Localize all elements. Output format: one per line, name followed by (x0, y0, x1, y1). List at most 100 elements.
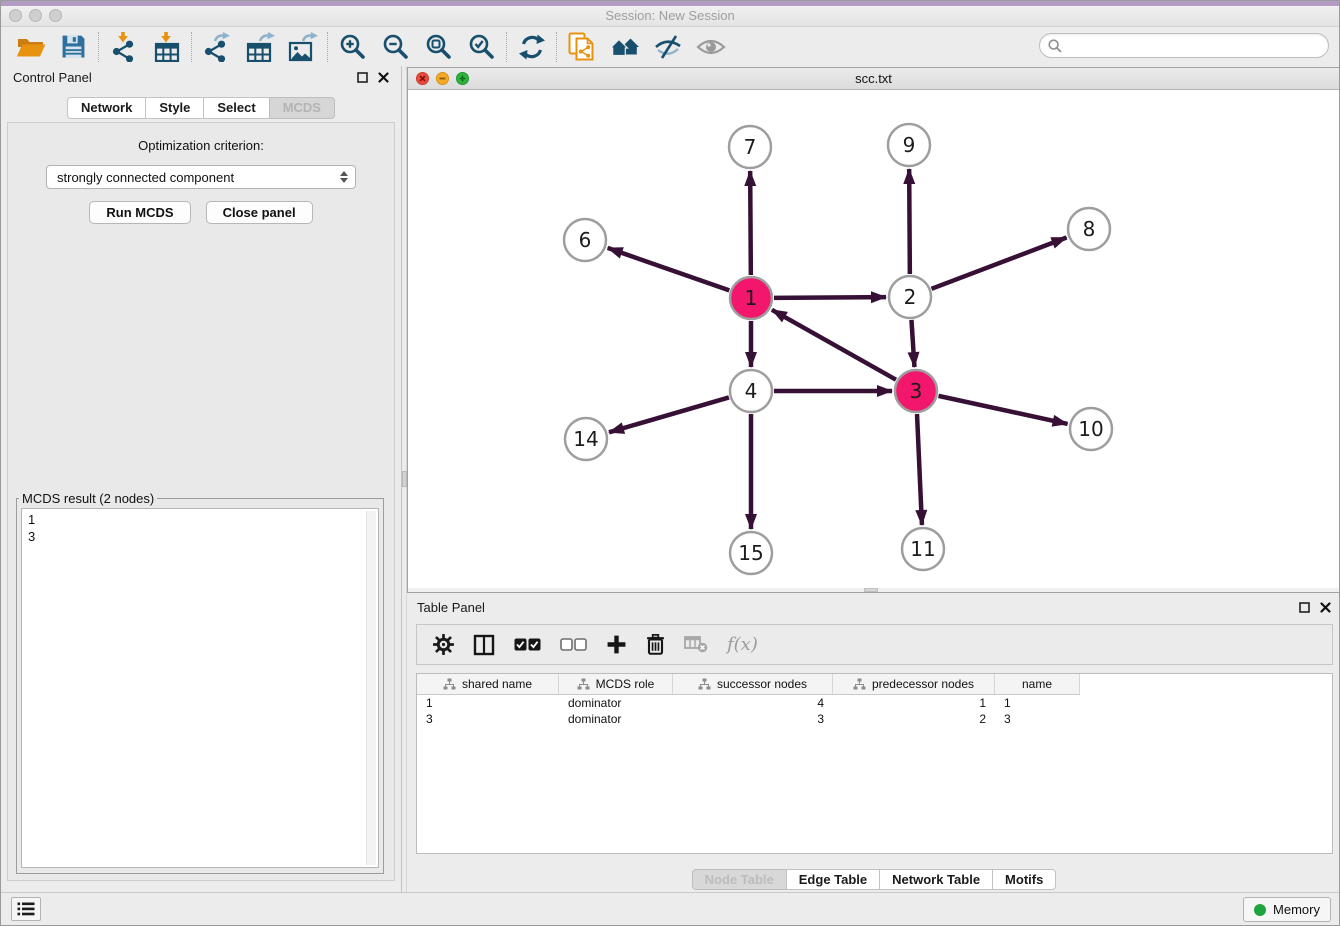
result-scrollbar[interactable] (366, 511, 376, 865)
column-header-shared-name[interactable]: shared name (417, 674, 559, 695)
float-panel-icon[interactable] (357, 72, 368, 83)
show-all-icon[interactable] (689, 30, 732, 64)
node-3[interactable]: 3 (895, 370, 937, 412)
node-label: 6 (579, 228, 592, 252)
node-1[interactable]: 1 (730, 277, 772, 319)
node-8[interactable]: 8 (1068, 208, 1110, 250)
node-14[interactable]: 14 (565, 418, 607, 460)
tree-icon (698, 678, 711, 690)
node-10[interactable]: 10 (1070, 408, 1112, 450)
network-bottom-splitter[interactable] (408, 588, 1339, 592)
edge-2-3[interactable] (911, 320, 914, 367)
tab-node-table[interactable]: Node Table (692, 869, 787, 890)
tab-motifs[interactable]: Motifs (992, 869, 1056, 890)
network-from-file-icon[interactable] (560, 30, 603, 64)
import-table-icon[interactable] (145, 30, 188, 64)
export-network-icon[interactable] (195, 30, 238, 64)
table-row[interactable]: 3dominator323 (417, 711, 1332, 727)
node-table-header: shared name MCDS role successor nodes pr… (417, 674, 1332, 695)
edge-3-10[interactable] (938, 396, 1067, 424)
edge-2-9[interactable] (909, 169, 910, 274)
node-6[interactable]: 6 (564, 219, 606, 261)
column-header-mcds-role[interactable]: MCDS role (559, 674, 673, 695)
main-toolbar (1, 27, 1339, 66)
node-label: 9 (903, 133, 916, 157)
node-2[interactable]: 2 (889, 276, 931, 318)
settings-gear-icon[interactable] (433, 634, 454, 655)
tab-style[interactable]: Style (145, 97, 204, 119)
close-panel-button[interactable]: Close panel (206, 201, 313, 224)
search-input[interactable] (1039, 33, 1329, 58)
column-header-successor-nodes[interactable]: successor nodes (673, 674, 833, 695)
tab-select[interactable]: Select (203, 97, 269, 119)
node-4[interactable]: 4 (730, 370, 772, 412)
table-row[interactable]: 1dominator411 (417, 695, 1332, 711)
control-panel: Control Panel Network Style Select MCDS … (1, 66, 401, 883)
node-label: 14 (573, 427, 598, 451)
mcds-result-text[interactable]: 1 3 (21, 508, 379, 868)
export-table-icon[interactable] (238, 30, 281, 64)
zoom-selected-icon[interactable] (460, 30, 503, 64)
close-window-icon[interactable] (9, 9, 22, 22)
tab-mcds[interactable]: MCDS (269, 97, 335, 119)
close-network-icon[interactable] (416, 72, 429, 85)
run-mcds-button[interactable]: Run MCDS (89, 201, 190, 224)
tab-edge-table[interactable]: Edge Table (786, 869, 880, 890)
column-header-name[interactable]: name (995, 674, 1080, 695)
edge-3-1[interactable] (772, 310, 896, 380)
node-7[interactable]: 7 (729, 126, 771, 168)
node-9[interactable]: 9 (888, 124, 930, 166)
tab-network-table[interactable]: Network Table (879, 869, 993, 890)
node-11[interactable]: 11 (902, 528, 944, 570)
open-session-icon[interactable] (9, 30, 52, 64)
network-canvas[interactable]: 7 9 6 8 1 2 4 3 14 10 15 11 (408, 90, 1339, 588)
export-image-icon[interactable] (281, 30, 324, 64)
close-panel-icon[interactable] (378, 72, 389, 83)
home-icon[interactable] (603, 30, 646, 64)
deselect-all-icon[interactable] (560, 638, 587, 651)
titlebar[interactable]: Session: New Session (1, 6, 1339, 27)
node-15[interactable]: 15 (730, 532, 772, 574)
table-cell: 4 (673, 695, 833, 711)
maximize-window-icon[interactable] (49, 9, 62, 22)
save-session-icon[interactable] (52, 30, 95, 64)
edge-2-8[interactable] (932, 238, 1067, 289)
import-network-icon[interactable] (102, 30, 145, 64)
edge-1-2[interactable] (774, 297, 886, 298)
splitter-grip[interactable] (864, 588, 878, 592)
refresh-layout-icon[interactable] (510, 30, 553, 64)
edge-1-7[interactable] (750, 171, 751, 275)
window-title: Session: New Session (1, 6, 1339, 26)
add-row-icon[interactable] (606, 634, 627, 655)
network-window-titlebar[interactable]: scc.txt (408, 68, 1339, 90)
zoom-fit-icon[interactable] (417, 30, 460, 64)
edge-3-11[interactable] (917, 414, 922, 525)
minimize-network-icon[interactable] (436, 72, 449, 85)
select-all-icon[interactable] (514, 638, 541, 651)
zoom-in-icon[interactable] (331, 30, 374, 64)
table-toolbar: f(x) (416, 624, 1333, 665)
edge-1-6[interactable] (608, 248, 730, 290)
memory-button[interactable]: Memory (1243, 897, 1331, 922)
node-label: 1 (745, 286, 758, 310)
task-history-button[interactable] (11, 897, 41, 921)
zoom-network-icon[interactable] (456, 72, 469, 85)
toolbar-separator (98, 32, 99, 62)
zoom-out-icon[interactable] (374, 30, 417, 64)
float-panel-icon[interactable] (1299, 602, 1310, 613)
column-visibility-icon[interactable] (473, 634, 495, 656)
toolbar-separator (327, 32, 328, 62)
delete-row-icon[interactable] (646, 634, 665, 655)
optimization-criterion-select[interactable]: strongly connected component (46, 165, 356, 189)
minimize-window-icon[interactable] (29, 9, 42, 22)
close-panel-icon[interactable] (1320, 602, 1331, 613)
edge-4-14[interactable] (609, 397, 729, 432)
result-line: 3 (28, 528, 372, 545)
tab-network[interactable]: Network (67, 97, 146, 119)
hide-selected-icon[interactable] (646, 30, 689, 64)
node-table: shared name MCDS role successor nodes pr… (416, 673, 1333, 854)
column-header-predecessor-nodes[interactable]: predecessor nodes (833, 674, 995, 695)
table-cell: 1 (833, 695, 995, 711)
search-icon (1048, 39, 1062, 53)
node-label: 15 (738, 541, 763, 565)
